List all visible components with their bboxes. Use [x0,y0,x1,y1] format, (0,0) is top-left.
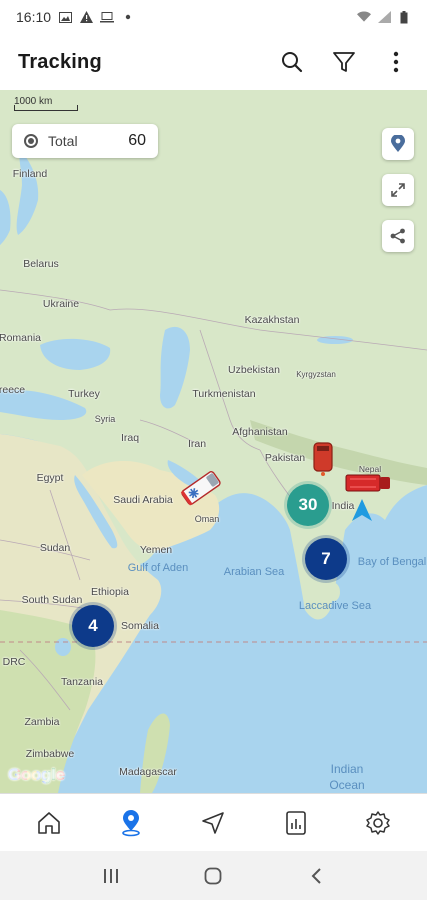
app-bar: Tracking [0,34,427,90]
map-label-iran: Iran [187,438,207,450]
search-button[interactable] [279,49,305,75]
settings-icon [366,810,390,835]
navigate-icon [202,811,225,834]
cluster-count: 4 [88,616,98,635]
map-label-turkey: Turkey [68,388,100,400]
map-label-romania: Romania [0,332,42,344]
map-label-bay-of-bengal: Bay of Bengal [357,556,427,568]
map-label-zambia: Zambia [24,716,60,728]
map-label-kyrgyzstan: Kyrgyzstan [296,370,336,379]
system-navigation-bar [0,851,427,900]
cluster-count: 7 [321,549,331,568]
home-circle-icon [205,867,222,884]
laptop-icon [100,10,115,24]
fullscreen-icon [391,183,405,197]
map-label-south-sudan: South Sudan [21,594,83,606]
map-label-indian-ocean-line2: Ocean [329,778,365,792]
more-options-button[interactable] [383,49,409,75]
map-label-uzbekistan: Uzbekistan [228,364,280,376]
map-label-turkmenistan: Turkmenistan [192,388,256,400]
map-label-yemen: Yemen [139,544,173,556]
navigation-arrow-icon [352,499,372,521]
share-button[interactable] [382,220,414,252]
map-label-somalia: Somalia [121,620,159,632]
more-vert-icon [393,51,399,73]
map-view[interactable]: 1000 km Total 60 Finland Belarus Ukraine… [0,90,427,793]
map-scale: 1000 km [14,96,78,111]
map-label-tanzania: Tanzania [60,676,104,688]
map-label-greece: reece [0,384,26,396]
map-label-finland: Finland [12,168,48,180]
google-attribution: Google [8,765,65,785]
cluster-count: 30 [298,495,318,514]
map-label-gulf-of-aden: Gulf of Aden [127,562,189,574]
map-label-oman: Oman [194,514,220,524]
back-icon [311,867,321,884]
map-label-pakistan: Pakistan [264,452,306,464]
map-pin-icon [122,809,141,836]
radio-selected-icon[interactable] [24,134,38,148]
report-icon [285,810,306,835]
battery-icon [397,10,411,24]
map-label-madagascar: Madagascar [119,766,177,778]
search-icon [282,52,303,73]
nav-navigate[interactable] [189,801,237,845]
recents-button[interactable] [91,856,131,896]
status-time: 16:10 [16,9,52,25]
wifi-icon [357,10,371,24]
map-label-ukraine: Ukraine [42,298,80,310]
map-label-laccadive-sea: Laccadive Sea [298,600,372,612]
map-label-zimbabwe: Zimbabwe [25,748,75,760]
ambulance-marker[interactable] [178,470,224,511]
map-label-ethiopia: Ethiopia [91,586,129,598]
map-label-syria: Syria [94,414,116,424]
cluster-marker[interactable]: 7 [305,538,347,580]
nav-tracking[interactable] [107,801,155,845]
page-title: Tracking [18,50,102,73]
map-label-sudan: Sudan [39,542,71,554]
share-icon [390,228,405,244]
map-label-indian-ocean-line1: Indian [330,762,364,776]
nav-settings[interactable] [354,801,402,845]
nav-reports[interactable] [272,801,320,845]
map-label-iraq: Iraq [120,432,140,444]
recents-icon [104,868,119,883]
ambulance-icon [180,471,221,506]
navigation-marker[interactable] [351,498,373,527]
signal-icon [377,10,391,24]
filter-icon [333,52,355,72]
map-label-arabian-sea: Arabian Sea [223,566,285,578]
dot-icon [121,10,135,24]
map-label-kazakhstan: Kazakhstan [244,314,300,326]
warning-icon [79,10,93,24]
cluster-marker[interactable]: 4 [72,605,114,647]
bottom-navigation [0,793,427,851]
map-label-egypt: Egypt [36,472,64,484]
truck-marker[interactable] [345,473,391,498]
home-icon [38,811,60,834]
back-button[interactable] [296,856,336,896]
system-home-button[interactable] [193,856,233,896]
map-label-afghanistan: Afghanistan [232,426,288,438]
bus-icon [313,442,333,476]
map-label-saudi-arabia: Saudi Arabia [113,494,173,506]
filter-button[interactable] [331,49,357,75]
image-icon [58,10,72,24]
my-location-button[interactable] [382,128,414,160]
nav-home[interactable] [25,801,73,845]
google-logo-text: Google [8,765,65,784]
map-label-drc: DRC [2,656,26,668]
bus-marker[interactable] [312,442,334,481]
location-pin-icon [391,135,405,152]
fit-bounds-button[interactable] [382,174,414,206]
status-bar: 16:10 [0,0,427,34]
map-label-belarus: Belarus [23,258,59,270]
total-count: 60 [128,132,146,149]
total-label: Total [48,133,78,149]
cluster-marker[interactable]: 30 [287,484,329,526]
total-filter-chip[interactable]: Total 60 [12,124,158,158]
truck-icon [345,474,390,492]
